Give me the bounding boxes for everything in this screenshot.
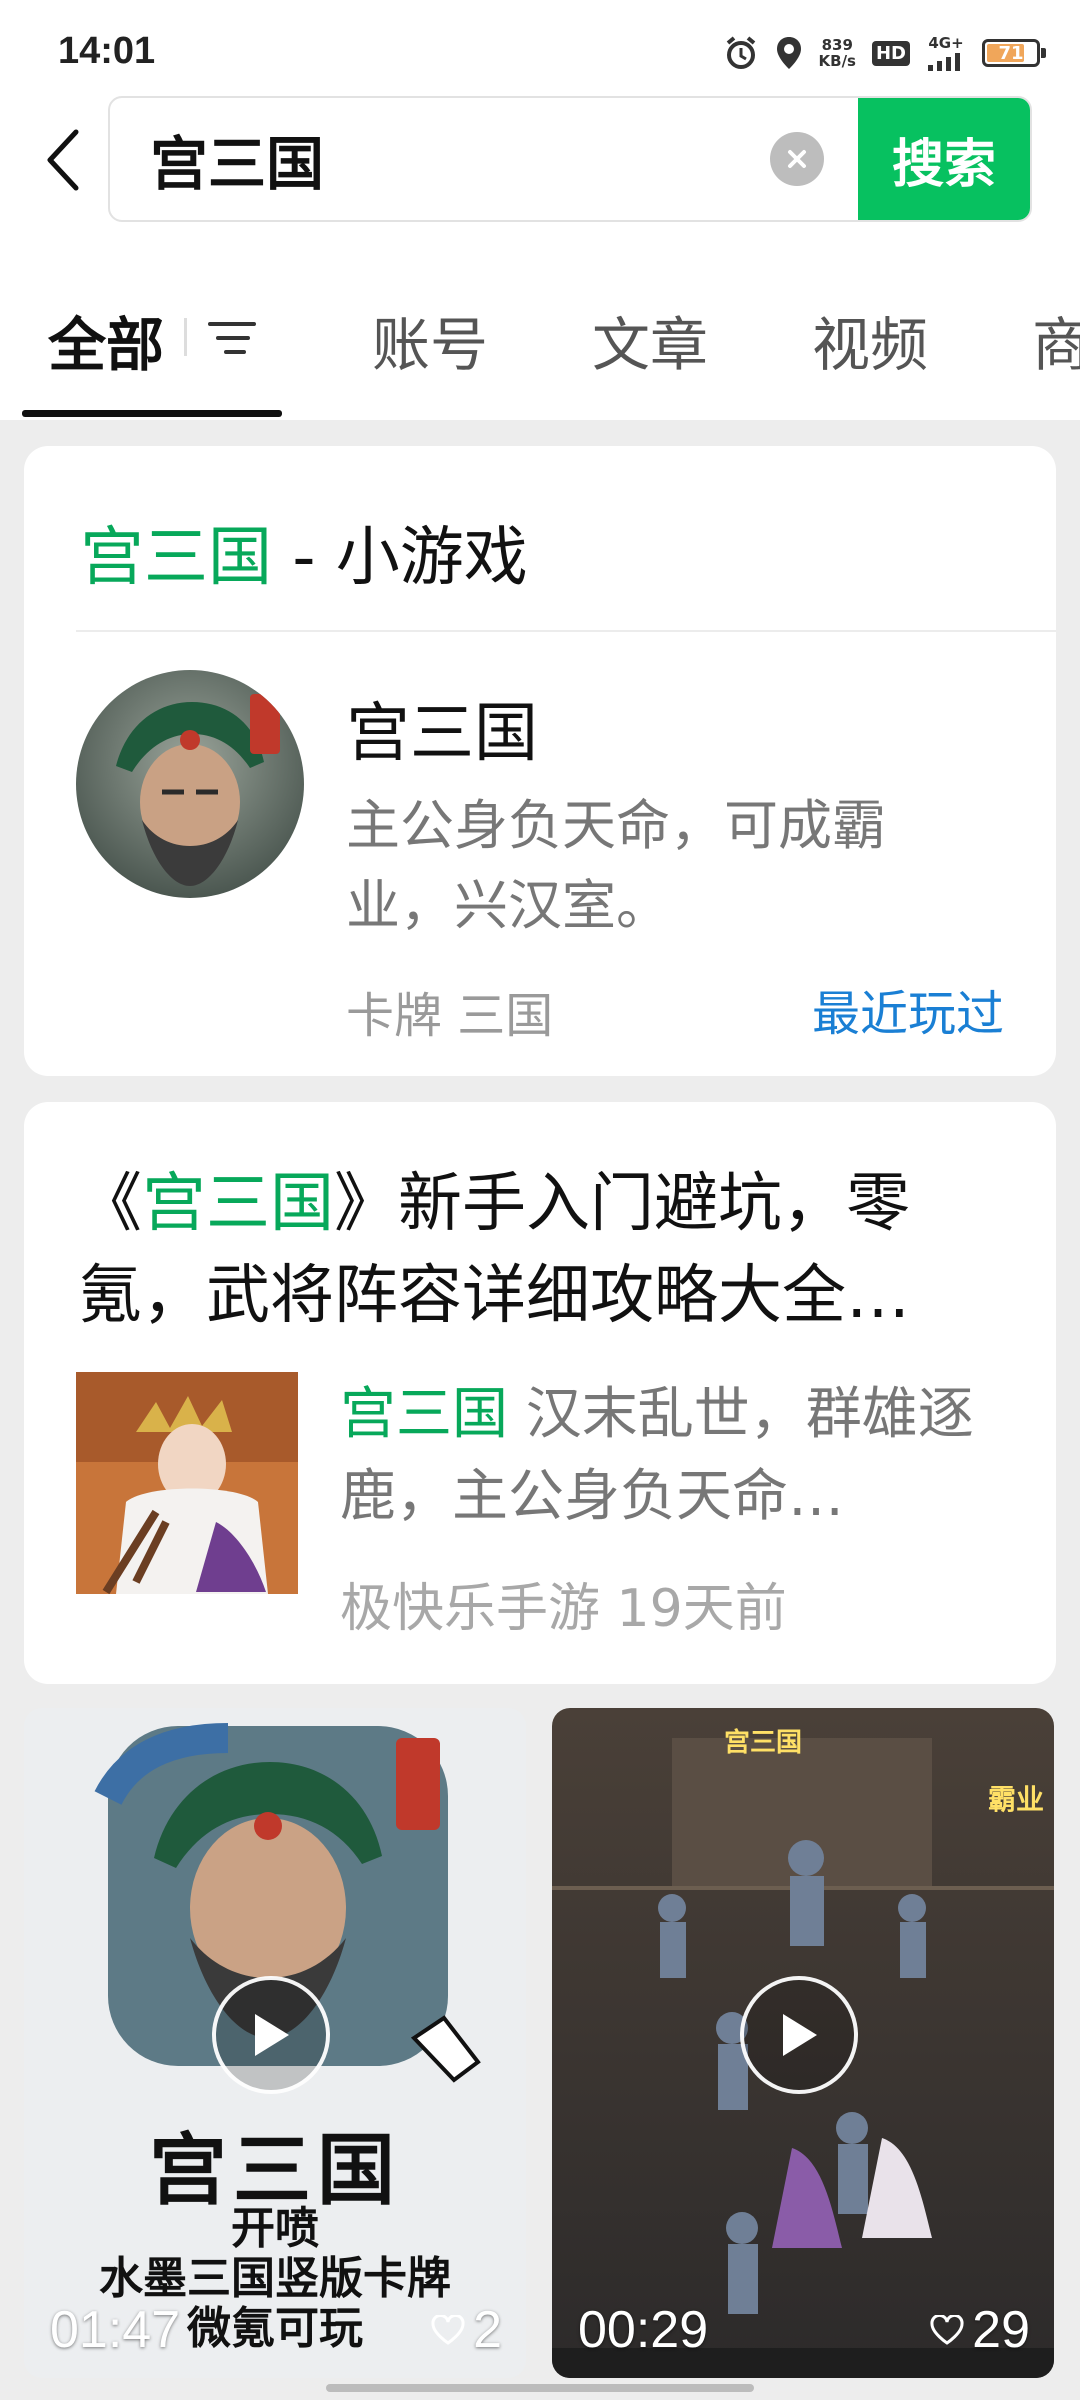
game-name: 宫三国 <box>346 697 538 771</box>
article-thumbnail <box>76 1372 298 1594</box>
status-icons: 839 KB/s HD 4G+ 71 <box>723 30 1046 76</box>
clear-icon[interactable] <box>770 132 824 186</box>
tab-bar: 全部 账号 文章 视频 商 <box>0 270 1080 420</box>
tab-all[interactable]: 全部 <box>48 298 164 382</box>
home-indicator[interactable] <box>326 2384 754 2392</box>
filter-icon[interactable] <box>206 312 258 364</box>
battery-icon: 71 <box>982 39 1046 67</box>
article-card[interactable]: 《宫三国》新手入门避坑，零氪，武将阵容详细攻略大全… 宫三国 汉末乱世，群雄逐鹿… <box>24 1102 1056 1684</box>
game-tags: 卡牌 三国 <box>346 988 554 1044</box>
tab-shopping[interactable]: 商 <box>1032 298 1080 382</box>
article-snippet: 宫三国 汉末乱世，群雄逐鹿，主公身负天命… <box>340 1382 974 1529</box>
video-likes: 29 <box>930 2300 1030 2360</box>
video-card[interactable]: 宫三国 霸业 00:29 29 <box>552 1708 1054 2378</box>
back-button[interactable] <box>36 120 92 200</box>
tab-videos[interactable]: 视频 <box>812 298 928 382</box>
play-icon[interactable] <box>740 1976 858 2094</box>
chevron-left-icon <box>47 129 79 191</box>
game-avatar[interactable] <box>76 670 304 898</box>
heart-icon <box>930 2315 964 2345</box>
game-description: 主公身负天命，可成霸业，兴汉室。 <box>346 794 886 937</box>
hd-badge: HD <box>871 40 910 66</box>
network-type: 4G+ <box>928 34 964 52</box>
card-divider <box>76 630 1056 632</box>
video-corner-tag: 霸业 <box>987 1783 1044 1816</box>
article-meta: 极快乐手游 19天前 <box>340 1566 787 1641</box>
mini-game-header: 宫三国 - 小游戏 <box>80 521 528 595</box>
search-box: 搜索 <box>108 96 1032 222</box>
alarm-icon <box>723 35 759 71</box>
article-source: 极快乐手游 <box>340 1579 601 1639</box>
heart-icon <box>431 2315 465 2345</box>
video-likes: 2 <box>431 2300 502 2360</box>
mini-game-card[interactable]: 宫三国 - 小游戏 宫三国 主公身负天命，可成霸业，兴汉室。 卡牌 三国 最近玩… <box>24 446 1056 1076</box>
article-title: 《宫三国》新手入门避坑，零氪，武将阵容详细攻略大全… <box>78 1167 910 1333</box>
video-card[interactable]: 宫三国 开喷 水墨三国竖版卡牌 微氪可玩 01:47 2 <box>24 1708 526 2378</box>
tab-divider <box>184 318 187 356</box>
article-age: 19天前 <box>616 1579 787 1639</box>
search-button[interactable]: 搜索 <box>858 98 1030 220</box>
search-input[interactable] <box>150 98 750 220</box>
active-tab-indicator <box>22 410 282 417</box>
location-icon <box>775 35 803 71</box>
video-duration: 00:29 <box>578 2301 709 2359</box>
status-time: 14:01 <box>58 30 156 72</box>
signal-icon: 4G+ <box>926 35 966 71</box>
video-duration: 01:47 <box>50 2301 181 2359</box>
tab-accounts[interactable]: 账号 <box>372 298 488 382</box>
net-speed: 839 KB/s <box>818 36 856 70</box>
play-icon[interactable] <box>212 1976 330 2094</box>
tab-articles[interactable]: 文章 <box>592 298 708 382</box>
video-game-tag: 宫三国 <box>724 1728 803 1758</box>
recently-played-link[interactable]: 最近玩过 <box>812 974 1004 1044</box>
battery-level: 71 <box>998 42 1024 64</box>
